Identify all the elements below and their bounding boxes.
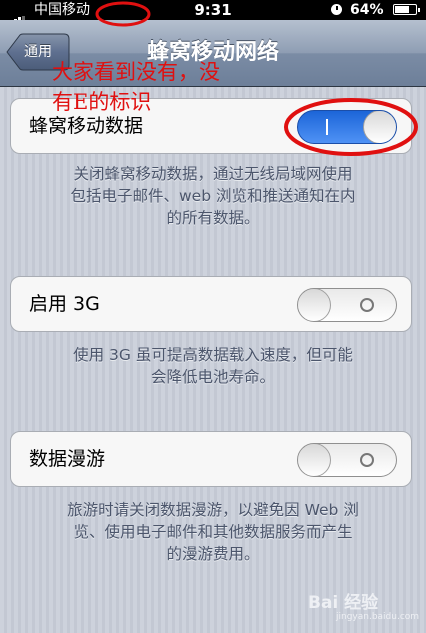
back-button-label: 通用 bbox=[24, 44, 52, 60]
footer-line: 的所有数据。 bbox=[166, 209, 260, 227]
toggle-off-mark-icon bbox=[360, 453, 374, 467]
footer-line: 的漫游费用。 bbox=[166, 545, 260, 563]
annotation-circle-toggle bbox=[284, 98, 418, 156]
enable-3g-toggle[interactable] bbox=[297, 288, 397, 322]
footer-line: 旅游时请关闭数据漫游，以避免因 Web 浏 bbox=[67, 501, 359, 519]
data-roaming-row: 数据漫游 bbox=[10, 431, 412, 487]
watermark-url: jingyan.baidu.com bbox=[336, 612, 420, 622]
toggle-knob bbox=[298, 289, 331, 321]
data-roaming-footer: 旅游时请关闭数据漫游，以避免因 Web 浏 览、使用电子邮件和其他数据服务而产生… bbox=[24, 499, 402, 565]
annotation-text-line1: 大家看到没有，没 bbox=[52, 60, 220, 84]
annotation-text-line2: 有E的标识 bbox=[52, 90, 152, 114]
footer-line: 会降低电池寿命。 bbox=[150, 368, 275, 386]
enable-3g-footer: 使用 3G 虽可提高数据载入速度，但可能 会降低电池寿命。 bbox=[24, 344, 402, 388]
watermark-logo: Bai 经验 bbox=[308, 593, 379, 613]
footer-line: 关闭蜂窝移动数据，通过无线局域网使用 bbox=[73, 165, 353, 183]
cellular-data-footer: 关闭蜂窝移动数据，通过无线局域网使用 包括电子邮件、web 浏览和推送通知在内 … bbox=[24, 163, 402, 229]
clock-icon bbox=[331, 4, 342, 15]
enable-3g-label: 启用 3G bbox=[29, 293, 100, 315]
footer-line: 览、使用电子邮件和其他数据服务而产生 bbox=[73, 523, 353, 541]
enable-3g-row: 启用 3G bbox=[10, 276, 412, 332]
data-roaming-toggle[interactable] bbox=[297, 443, 397, 477]
footer-line: 使用 3G 虽可提高数据载入速度，但可能 bbox=[73, 346, 353, 364]
battery-percent: 64% bbox=[350, 2, 384, 18]
footer-line: 包括电子邮件、web 浏览和推送通知在内 bbox=[70, 187, 356, 205]
toggle-off-mark-icon bbox=[360, 298, 374, 312]
battery-icon bbox=[393, 4, 420, 15]
data-roaming-label: 数据漫游 bbox=[29, 448, 106, 470]
toggle-knob bbox=[298, 444, 331, 476]
status-bar: 中国移动 9:31 64% bbox=[0, 0, 426, 26]
annotation-circle-statusbar bbox=[95, 1, 151, 27]
